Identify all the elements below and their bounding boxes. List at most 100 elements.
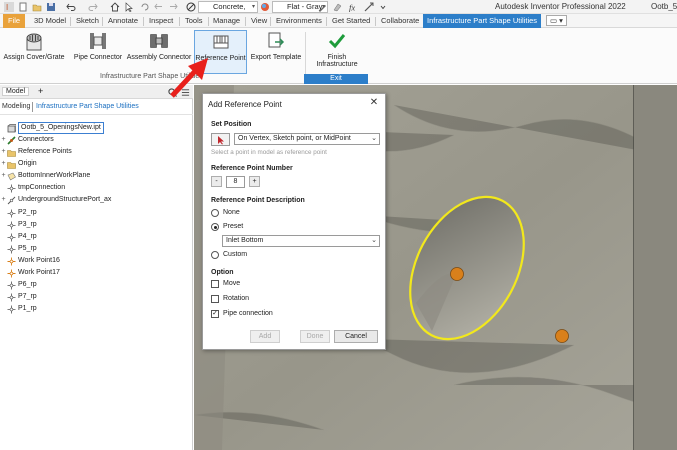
description-label: Reference Point Description xyxy=(211,197,305,204)
select-icon[interactable] xyxy=(124,2,134,12)
workpoint-icon xyxy=(7,281,16,290)
close-icon[interactable]: ✕ xyxy=(368,97,380,109)
none-label: None xyxy=(223,209,240,216)
tab-sketch[interactable]: Sketch xyxy=(72,14,103,28)
expand-toggle[interactable]: + xyxy=(0,146,7,158)
tab-file[interactable]: File xyxy=(3,14,25,28)
update-icon[interactable] xyxy=(140,2,150,12)
tree-item-label: Reference Points xyxy=(18,148,72,155)
tree-item-label: P3_rp xyxy=(18,221,37,228)
checkmark-icon xyxy=(328,34,346,49)
new-icon[interactable] xyxy=(18,2,28,12)
preset-value: Inlet Bottom xyxy=(226,237,264,244)
redo-icon[interactable] xyxy=(88,2,98,12)
tab-3d-model[interactable]: 3D Model xyxy=(30,14,70,28)
tree-item-label: P5_rp xyxy=(18,245,37,252)
tab-divider xyxy=(270,17,271,26)
model-browser: Model + Modeling Infrastructure Part Sha… xyxy=(0,85,193,450)
appearance-adjust-icon[interactable] xyxy=(318,2,328,12)
workplane-icon xyxy=(7,172,16,181)
move-checkbox[interactable] xyxy=(211,280,219,288)
option-label: Option xyxy=(211,269,234,276)
custom-radio[interactable] xyxy=(211,251,219,259)
workpoint-orange-icon xyxy=(7,257,16,266)
tree-item-label: P6_rp xyxy=(18,281,37,288)
none-radio[interactable] xyxy=(211,209,219,217)
customize-icon[interactable] xyxy=(378,2,388,12)
home-icon[interactable] xyxy=(110,2,120,12)
measure-icon[interactable] xyxy=(364,2,374,12)
app-logo-icon[interactable]: I xyxy=(4,2,14,12)
open-icon[interactable] xyxy=(32,2,42,12)
tab-collaborate[interactable]: Collaborate xyxy=(377,14,423,28)
export-template-label: Export Template xyxy=(250,54,302,61)
modeling-tab[interactable]: Modeling xyxy=(2,103,30,110)
tab-view[interactable]: View xyxy=(247,14,271,28)
add-button[interactable]: Add xyxy=(250,330,280,343)
expand-toggle[interactable]: + xyxy=(0,194,7,206)
title-bar: I Concrete, Cas▾ Flat - Gray▾ fx Autodes… xyxy=(0,0,677,21)
workpoint-icon xyxy=(7,221,16,230)
expand-toggle[interactable]: + xyxy=(0,158,7,170)
no-material-icon[interactable] xyxy=(186,2,196,12)
exit-group-label: Exit xyxy=(304,74,368,84)
material-dropdown[interactable]: Concrete, Cas▾ xyxy=(198,1,258,21)
chevron-down-icon: ⌄ xyxy=(371,135,377,142)
pipe-connection-label: Pipe connection xyxy=(223,310,273,317)
expand-toggle[interactable]: + xyxy=(0,170,7,182)
tree-item-label: P7_rp xyxy=(18,293,37,300)
app-title: Autodesk Inventor Professional 2022 xyxy=(495,2,626,11)
pipe-connector-button[interactable]: Pipe Connector xyxy=(72,30,124,74)
export-template-button[interactable]: Export Template xyxy=(249,30,303,74)
save-icon[interactable] xyxy=(46,2,56,12)
chevron-down-icon: ▾ xyxy=(251,4,255,10)
appearance-ball-icon[interactable] xyxy=(260,2,270,12)
tree-item-label: P1_rp xyxy=(18,305,37,312)
tab-infrastructure-part-shape-utilities[interactable]: Infrastructure Part Shape Utilities xyxy=(423,14,542,28)
tab-manage[interactable]: Manage xyxy=(209,14,244,28)
tab-get-started[interactable]: Get Started xyxy=(328,14,374,28)
undo-icon[interactable] xyxy=(66,2,76,12)
workpoint-icon xyxy=(7,209,16,218)
rotation-checkbox[interactable] xyxy=(211,295,219,303)
tab-environments[interactable]: Environments xyxy=(272,14,326,28)
svg-text:I: I xyxy=(6,3,8,12)
tab-annotate[interactable]: Annotate xyxy=(104,14,142,28)
cover-grate-icon xyxy=(26,33,42,51)
select-point-button[interactable] xyxy=(211,133,230,146)
redo2-icon[interactable] xyxy=(168,2,178,12)
tree-item-label: P4_rp xyxy=(18,233,37,240)
pipe-connection-checkbox[interactable]: ✓ xyxy=(211,310,219,318)
finish-label: Finish xyxy=(327,54,347,61)
expand-toggle[interactable]: + xyxy=(0,134,7,146)
add-browser-button[interactable]: + xyxy=(38,86,43,96)
done-button[interactable]: Done xyxy=(300,330,330,343)
position-hint: Select a point in model as reference poi… xyxy=(211,149,327,156)
preset-dropdown[interactable]: Inlet Bottom ⌄ xyxy=(222,235,380,247)
dialog-title: Add Reference Point xyxy=(208,100,282,109)
undo2-icon[interactable] xyxy=(154,2,164,12)
reference-point-number-field[interactable]: 8 xyxy=(226,176,245,188)
add-reference-point-dialog: Add Reference Point ✕ Set Position On Ve… xyxy=(202,93,386,350)
document-title: Ootb_5_O xyxy=(651,2,677,11)
finish-infrastructure-button[interactable]: Finish Infrastructure xyxy=(310,30,364,72)
preset-label: Preset xyxy=(223,223,244,230)
preset-radio[interactable] xyxy=(211,223,219,231)
reference-point-marker[interactable] xyxy=(450,267,464,281)
clear-appearance-icon[interactable] xyxy=(332,2,342,12)
parameters-icon[interactable]: fx xyxy=(348,2,358,13)
tab-inspect[interactable]: Inspect xyxy=(145,14,177,28)
reference-point-marker[interactable] xyxy=(555,329,569,343)
ribbon-options-button[interactable]: ▭ ▾ xyxy=(546,15,567,26)
utilities-tab[interactable]: Infrastructure Part Shape Utilities xyxy=(36,103,139,110)
reference-point-number-label: Reference Point Number xyxy=(211,165,293,172)
window-icon: ▭ xyxy=(550,16,558,25)
increment-button[interactable]: + xyxy=(249,176,260,187)
subtab-divider xyxy=(32,102,33,112)
assign-cover-grate-button[interactable]: Assign Cover/Grate xyxy=(2,30,66,74)
position-mode-dropdown[interactable]: On Vertex, Sketch point, or MidPoint ⌄ xyxy=(234,133,380,145)
tab-tools[interactable]: Tools xyxy=(181,14,207,28)
decrement-button[interactable]: - xyxy=(211,176,222,187)
cancel-button[interactable]: Cancel xyxy=(334,330,378,343)
browser-tab-model[interactable]: Model xyxy=(2,87,30,96)
